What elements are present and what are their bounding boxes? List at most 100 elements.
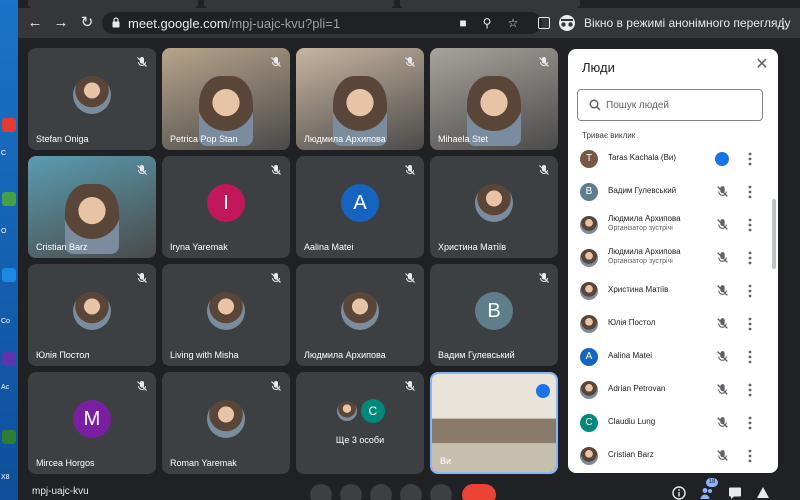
camera-button[interactable] [340,484,362,500]
participant-list-item[interactable]: Adrian Petrovan [568,374,778,407]
url-path: /mpj-uajc-kvu?pli=1 [227,16,341,31]
more-vert-icon[interactable] [748,185,752,199]
mic-off-icon[interactable] [716,218,729,231]
participant-list-item[interactable]: Cristian Barz [568,440,778,473]
mic-off-icon [137,381,147,391]
participant-list-item[interactable]: Христина Матіїв [568,275,778,308]
close-icon[interactable]: ✕ [754,57,770,73]
chat-icon[interactable] [728,486,742,500]
participant-list-item[interactable]: Юлія Постол [568,308,778,341]
more-vert-icon[interactable] [748,284,752,298]
participant-tile[interactable]: Petrica Pop Stan [162,48,290,150]
participant-list-item[interactable]: Людмила Архипова Організатор зустрічі [568,209,778,242]
participant-avatar [580,282,598,300]
browser-tab[interactable] [400,0,580,8]
more-vert-icon[interactable] [748,317,752,331]
mic-off-icon[interactable] [716,350,729,363]
mic-off-icon[interactable] [716,284,729,297]
participant-name: Mihaela Stet [438,134,489,144]
participant-name: Людмила Архипова [304,134,386,144]
participant-tile[interactable]: B Вадим Гулевський [430,264,558,366]
bookmark-star-icon[interactable]: ☆ [506,16,520,30]
url-host: meet.google.com [128,16,228,31]
mic-off-icon[interactable] [716,383,729,396]
participant-tile[interactable]: Mihaela Stet [430,48,558,150]
mic-off-icon [539,273,549,283]
participant-tile[interactable]: I Iryna Yaremak [162,156,290,258]
mic-off-icon[interactable] [716,251,729,264]
desktop-icon[interactable] [2,192,16,206]
participant-tile[interactable]: Христина Матіїв [430,156,558,258]
desktop-icon[interactable] [2,352,16,366]
activities-icon[interactable] [756,486,770,500]
address-bar[interactable]: meet.google.com/mpj-uajc-kvu?pli=1 ■ ⚲ ☆ [102,12,542,34]
more-vert-icon[interactable] [748,449,752,463]
camera-blocked-icon[interactable]: ■ [456,16,470,30]
browser-tab-active[interactable] [204,0,394,8]
more-vert-icon[interactable] [748,218,752,232]
participant-avatar [207,291,245,330]
participant-tile[interactable]: Ви [430,372,558,474]
mic-off-icon [405,165,415,175]
participant-name: Cristian Barz [36,242,88,252]
participant-list-item[interactable]: Людмила Архипова Організатор зустрічі [568,242,778,275]
end-call-button[interactable] [462,484,496,500]
desktop-label: O [1,228,7,235]
mic-off-icon [137,273,147,283]
more-vert-icon[interactable] [748,383,752,397]
participant-tile[interactable]: M Mircea Horgos [28,372,156,474]
desktop-icon[interactable] [2,118,16,132]
mic-off-icon[interactable] [716,317,729,330]
participant-name: Вадим Гулевський [438,350,515,360]
forward-arrow-icon[interactable]: → [52,14,70,32]
participant-avatar [207,399,245,438]
participant-avatar: A [580,348,598,366]
more-vert-icon[interactable] [748,152,752,166]
more-options-button[interactable] [430,484,452,500]
people-scrollbar[interactable] [772,199,776,269]
back-arrow-icon[interactable]: ← [26,14,44,32]
more-vert-icon[interactable] [748,416,752,430]
participant-tile[interactable]: Stefan Oniga [28,48,156,150]
participant-name: Stefan Oniga [36,134,89,144]
present-screen-button[interactable] [400,484,422,500]
mic-off-icon[interactable] [716,449,729,462]
participant-avatar: B [580,183,598,201]
participant-list-item[interactable]: A Aalina Matei [568,341,778,374]
participant-tile[interactable]: Roman Yaremak [162,372,290,474]
participant-tile[interactable]: A Aalina Matei [296,156,424,258]
participant-avatar: B [475,291,513,330]
raise-hand-button[interactable] [370,484,392,500]
people-icon[interactable] [700,486,714,500]
participant-list-item[interactable]: T Taras Kachala (Ви) [568,143,778,176]
participant-tile[interactable]: Cristian Barz [28,156,156,258]
participant-tile[interactable]: Людмила Архипова [296,48,424,150]
desktop-icon[interactable] [2,430,16,444]
participant-name: Roman Yaremak [170,458,237,468]
mic-off-icon[interactable] [716,185,729,198]
browser-menu-icon[interactable]: ⋮ [776,15,790,32]
mic-off-icon [271,273,281,283]
speaking-indicator-icon [536,384,550,398]
participant-tile[interactable]: Living with Misha [162,264,290,366]
people-search-input[interactable] [606,97,756,114]
side-panel-icon[interactable] [538,17,550,29]
desktop-label: X8 [1,474,10,481]
participant-tile[interactable]: Людмила Архипова [296,264,424,366]
more-vert-icon[interactable] [748,251,752,265]
browser-tab[interactable] [28,0,198,8]
zoom-icon[interactable]: ⚲ [480,16,494,30]
mic-off-icon[interactable] [716,416,729,429]
participant-list-item[interactable]: B Вадим Гулевський [568,176,778,209]
desktop-icon[interactable] [2,268,16,282]
participant-name: Ще 3 особи [335,435,385,446]
participant-list-item[interactable]: C Claudiu Lung [568,407,778,440]
microphone-button[interactable] [310,484,332,500]
participant-tile[interactable]: Юлія Постол [28,264,156,366]
incognito-label: Вікно в режимі анонімного перегляду [584,16,791,30]
people-search-box[interactable] [577,89,763,121]
more-vert-icon[interactable] [748,350,752,364]
participant-tile[interactable]: C Ще 3 особи [296,372,424,474]
info-icon[interactable] [672,486,686,500]
reload-icon[interactable]: ↻ [78,14,96,32]
